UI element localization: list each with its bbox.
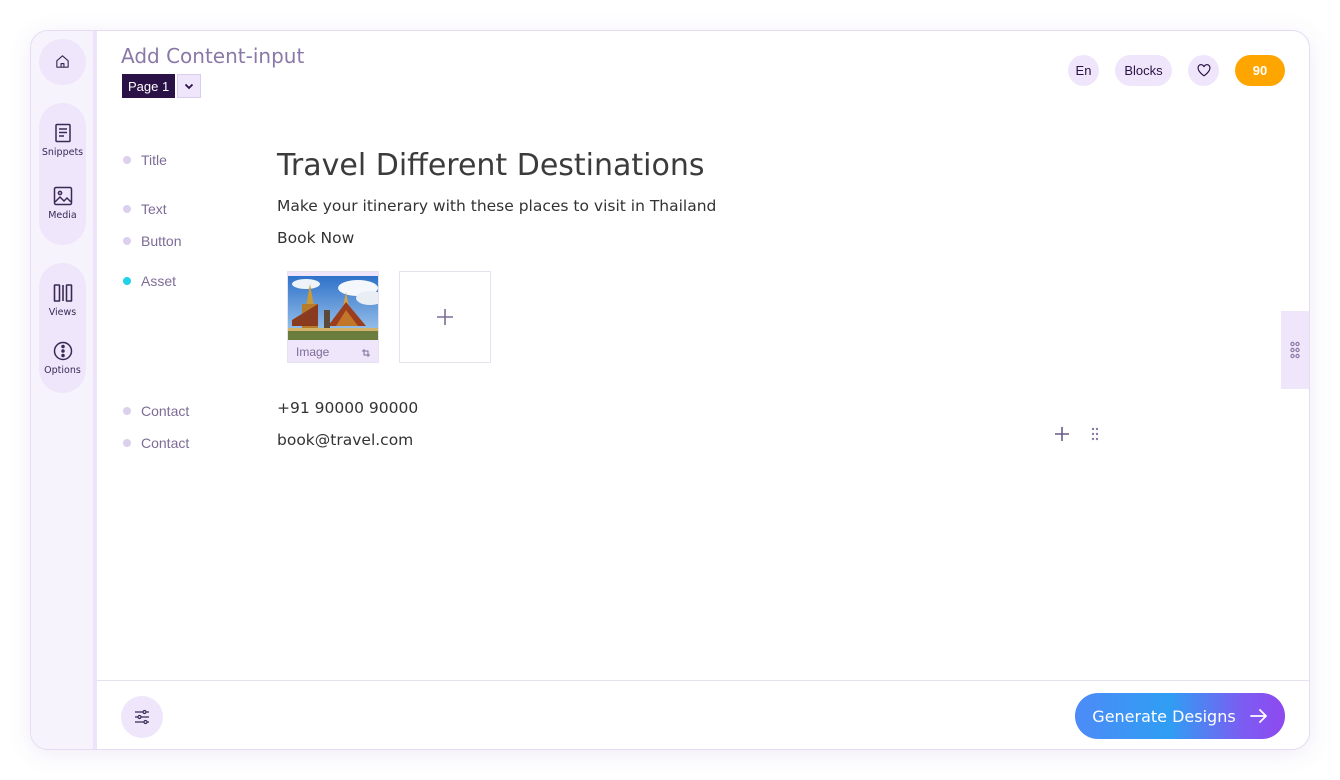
sidebar-item-label: Snippets: [41, 147, 84, 158]
contact-phone-input[interactable]: +91 90000 90000: [277, 399, 418, 417]
contact-email-input[interactable]: book@travel.com: [277, 431, 413, 449]
app-window: Snippets Media Views Options Add Content…: [30, 30, 1310, 750]
sidebar-item-label: Options: [44, 365, 81, 376]
language-button[interactable]: En: [1068, 55, 1099, 86]
side-panel-drag-handle[interactable]: [1281, 311, 1309, 389]
sliders-icon: [134, 709, 150, 725]
asset-caption: Image: [296, 345, 330, 359]
settings-button[interactable]: [121, 696, 163, 738]
sidebar-item-media[interactable]: Media: [39, 186, 86, 221]
text-input[interactable]: Make your itinerary with these places to…: [277, 197, 716, 215]
blocks-button[interactable]: Blocks: [1115, 55, 1172, 86]
credits-badge[interactable]: 90: [1235, 55, 1285, 86]
sidebar-item-views[interactable]: Views: [39, 283, 86, 318]
add-asset-button[interactable]: [399, 271, 491, 363]
field-dot: [123, 407, 131, 415]
media-icon: [53, 186, 73, 206]
footer-bar: Generate Designs: [97, 680, 1309, 749]
field-dot: [123, 156, 131, 164]
drag-handle-icon[interactable]: [1091, 427, 1099, 441]
add-row-icon[interactable]: [1055, 427, 1069, 441]
title-input[interactable]: Travel Different Destinations: [277, 148, 705, 183]
field-label-contact-phone: Contact: [123, 403, 189, 419]
sidebar-item-options[interactable]: Options: [39, 341, 86, 376]
asset-image-card[interactable]: Image: [287, 271, 379, 363]
field-label-title: Title: [123, 152, 167, 168]
options-icon: [53, 341, 73, 361]
field-label-text: Button: [141, 233, 182, 249]
field-label-text: Title: [141, 152, 167, 168]
field-label-text: Asset: [141, 273, 177, 289]
top-right-actions: En Blocks 90: [1052, 55, 1285, 86]
field-label-text: Contact: [141, 435, 190, 451]
generate-designs-label: Generate Designs: [1092, 706, 1236, 726]
page-title: Add Content-input: [121, 44, 305, 68]
heart-icon: [1197, 64, 1211, 77]
sidebar-item-snippets[interactable]: Snippets: [39, 123, 86, 158]
views-icon: [53, 283, 73, 303]
field-label-contact-email: Contact: [123, 435, 189, 451]
field-label-text: Text: [141, 201, 167, 217]
favorites-button[interactable]: [1188, 55, 1219, 86]
row-tools: [1055, 427, 1099, 441]
page-dropdown-button[interactable]: [177, 74, 201, 98]
plus-icon: [436, 308, 454, 326]
sidebar: Snippets Media Views Options: [31, 31, 97, 749]
temple-thumbnail: [288, 276, 378, 340]
sidebar-item-label: Views: [48, 307, 77, 318]
sidebar-home-group: [39, 39, 86, 85]
sidebar-item-home[interactable]: [39, 53, 86, 70]
arrow-right-icon: [1249, 709, 1268, 723]
field-dot: [123, 237, 131, 245]
field-dot: [123, 205, 131, 213]
chevron-down-icon: [184, 83, 194, 90]
home-icon: [54, 53, 71, 70]
sidebar-item-label: Media: [48, 210, 77, 221]
page-select[interactable]: Page 1: [122, 74, 176, 98]
field-dot: [123, 277, 131, 285]
generate-designs-button[interactable]: Generate Designs: [1075, 693, 1285, 739]
field-label-text: Contact: [141, 403, 190, 419]
grip-dots-icon: [1290, 341, 1300, 359]
sidebar-settings-group: Views Options: [39, 263, 86, 393]
field-label-asset: Asset: [123, 273, 176, 289]
button-text-input[interactable]: Book Now: [277, 229, 354, 247]
field-dot: [123, 439, 131, 447]
sidebar-content-group: Snippets Media: [39, 103, 86, 245]
field-label-text-row: Text: [123, 201, 167, 217]
field-label-button: Button: [123, 233, 181, 249]
snippets-icon: [54, 123, 72, 143]
crop-icon[interactable]: [362, 349, 370, 357]
